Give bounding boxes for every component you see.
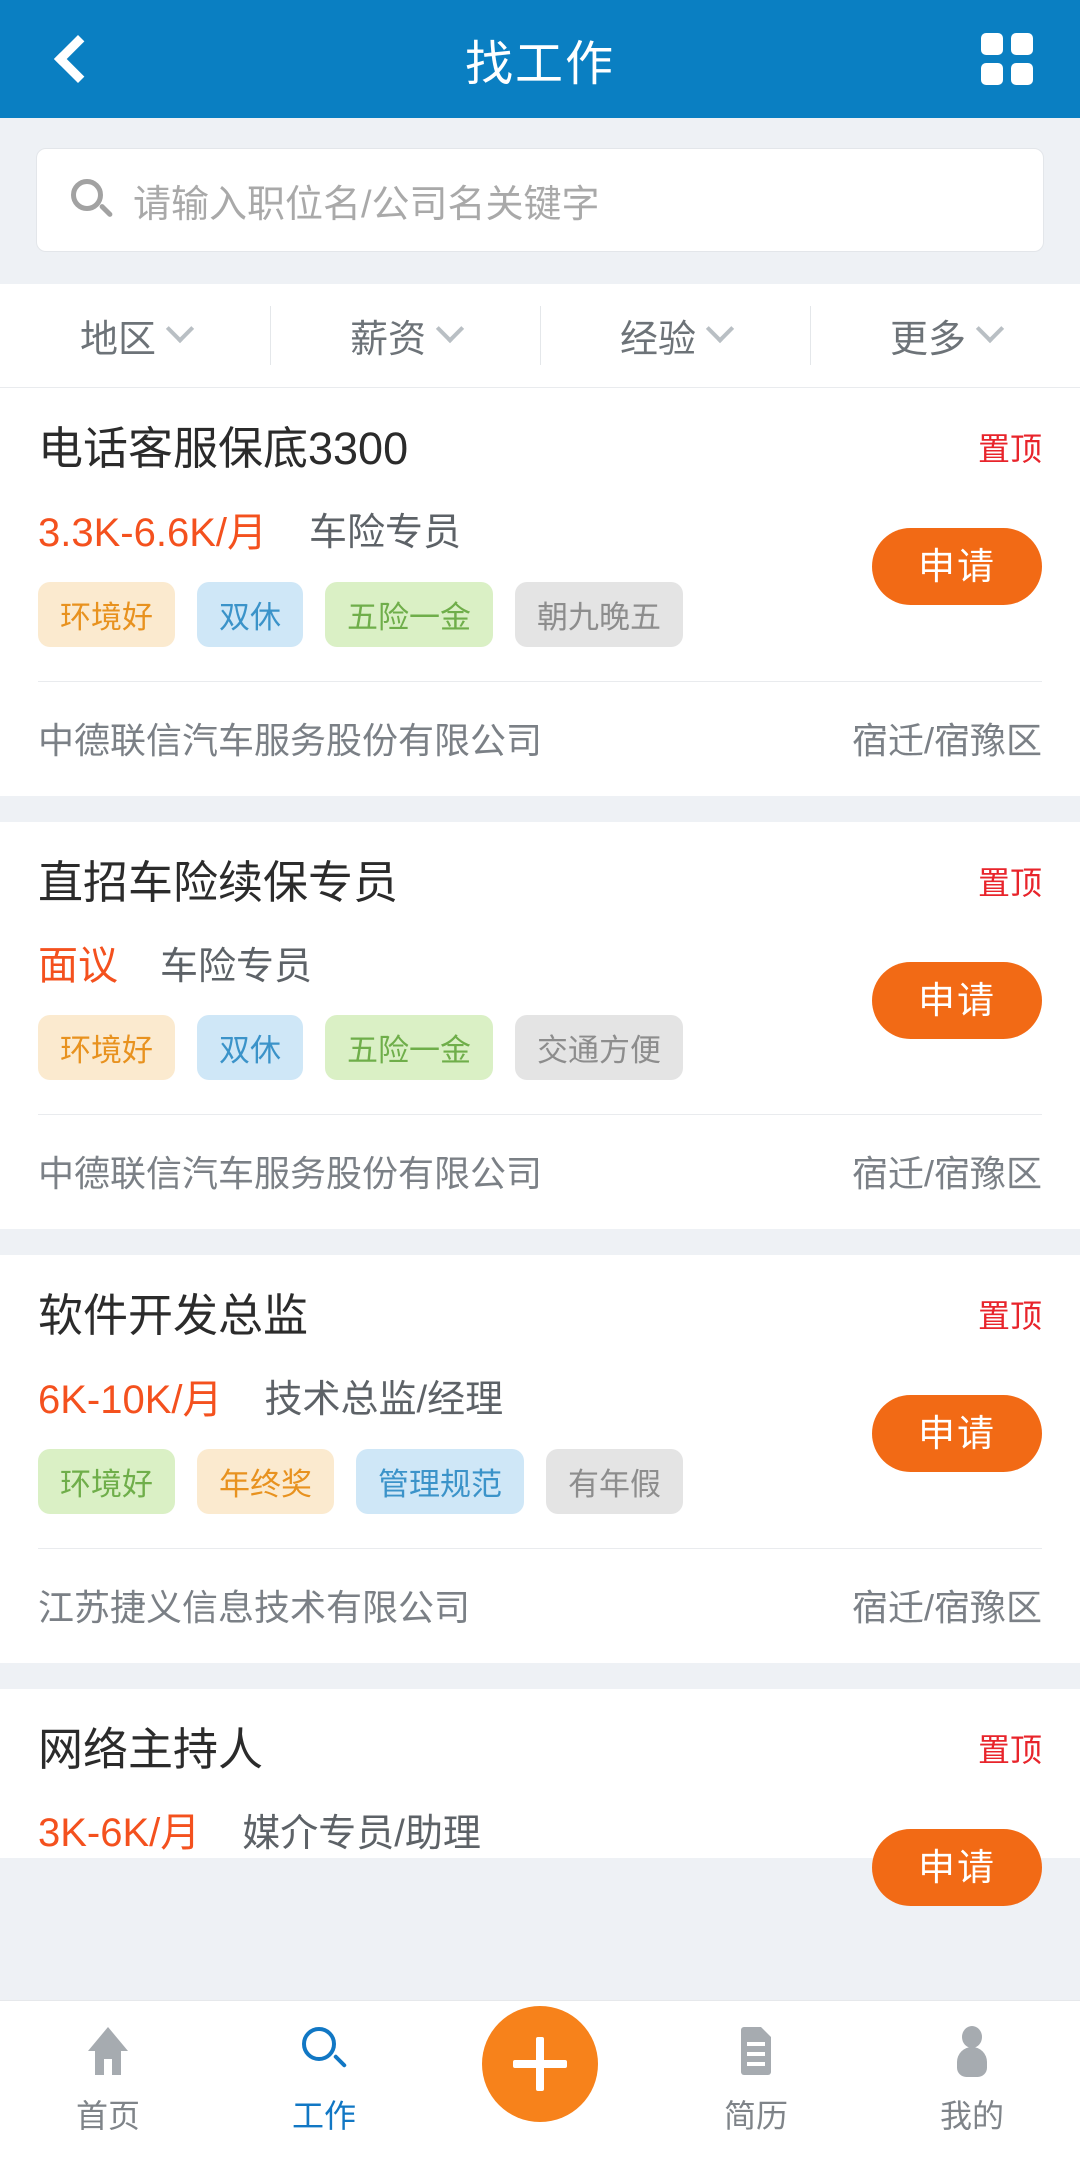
- status-badge: 置顶: [977, 431, 1042, 467]
- list-separator: [0, 1662, 1080, 1689]
- nav-item-jobs[interactable]: 工作: [216, 2025, 432, 2137]
- job-tag: 交通方便: [515, 1015, 683, 1080]
- chevron-down-icon: [705, 314, 735, 343]
- back-button[interactable]: [38, 24, 108, 94]
- filter-more[interactable]: 更多: [810, 284, 1080, 387]
- job-tag: 双休: [197, 581, 303, 647]
- list-separator: [0, 1229, 1080, 1255]
- apply-button[interactable]: 申请: [872, 1395, 1042, 1472]
- filter-salary[interactable]: 薪资: [270, 284, 540, 387]
- job-location: 宿迁/宿豫区: [851, 719, 1042, 761]
- apply-button[interactable]: 申请: [872, 528, 1042, 605]
- job-tag: 朝九晚五: [515, 581, 683, 647]
- job-category: 技术总监/经理: [264, 1379, 504, 1421]
- job-tag: 五险一金: [325, 581, 493, 647]
- job-tag: 双休: [197, 1015, 303, 1080]
- nav-label: 简历: [723, 2097, 788, 2134]
- grid-menu-button[interactable]: [972, 24, 1042, 94]
- filter-label: 薪资: [349, 319, 426, 361]
- job-location: 宿迁/宿豫区: [851, 1586, 1042, 1628]
- filter-region[interactable]: 地区: [0, 284, 270, 387]
- nav-item-home[interactable]: 首页: [0, 2025, 216, 2137]
- job-card[interactable]: 网络主持人 置顶 3K-6K/月 媒介专员/助理 申请: [0, 1688, 1080, 1906]
- person-icon: [945, 2025, 999, 2079]
- status-badge: 置顶: [977, 1731, 1042, 1768]
- job-salary: 面议: [38, 944, 118, 988]
- job-location: 宿迁/宿豫区: [851, 1153, 1042, 1194]
- nav-label: 我的: [939, 2097, 1004, 2134]
- filter-label: 经验: [619, 319, 696, 361]
- job-tag: 管理规范: [356, 1448, 524, 1514]
- page-title: 找工作: [464, 38, 615, 91]
- job-tag: 环境好: [38, 1448, 175, 1514]
- job-header-row: 网络主持人 置顶: [38, 1723, 1042, 1775]
- nav-item-resume[interactable]: 简历: [648, 2025, 864, 2137]
- job-footer-row: 江苏捷义信息技术有限公司 宿迁/宿豫区: [38, 1549, 1042, 1663]
- apply-button[interactable]: 申请: [872, 1828, 1042, 1906]
- job-salary: 3K-6K/月: [38, 1811, 201, 1855]
- job-tag: 五险一金: [325, 1015, 493, 1080]
- status-badge: 置顶: [977, 864, 1042, 901]
- nav-label: 首页: [75, 2097, 140, 2134]
- job-tag: 年终奖: [197, 1448, 334, 1514]
- filter-label: 更多: [889, 319, 966, 361]
- fab-slot: [432, 2005, 648, 2122]
- job-title: 电话客服保底3300: [38, 423, 409, 474]
- job-header-row: 软件开发总监 置顶: [38, 1291, 1042, 1341]
- job-salary: 3.3K-6.6K/月: [38, 510, 268, 555]
- job-title: 网络主持人: [38, 1723, 264, 1775]
- filter-bar: 地区 薪资 经验 更多: [0, 284, 1080, 388]
- company-name: 中德联信汽车服务股份有限公司: [38, 1153, 543, 1194]
- app-header: 找工作: [0, 0, 1080, 118]
- home-icon: [81, 2025, 135, 2079]
- status-badge: 置顶: [977, 1298, 1042, 1334]
- search-icon: [69, 177, 115, 223]
- filter-experience[interactable]: 经验: [540, 284, 810, 387]
- job-title: 直招车险续保专员: [38, 856, 399, 908]
- job-category: 车险专员: [309, 512, 462, 554]
- job-salary: 6K-10K/月: [38, 1377, 223, 1422]
- job-tag: 环境好: [38, 1015, 175, 1080]
- apply-button[interactable]: 申请: [872, 961, 1042, 1039]
- job-tag: 有年假: [546, 1448, 683, 1514]
- job-card[interactable]: 软件开发总监 置顶 6K-10K/月 技术总监/经理 环境好 年终奖 管理规范 …: [0, 1255, 1080, 1663]
- job-list[interactable]: 电话客服保底3300 置顶 3.3K-6.6K/月 车险专员 环境好 双休 五险…: [0, 388, 1080, 2000]
- back-chevron-icon: [53, 34, 103, 84]
- company-name: 江苏捷义信息技术有限公司: [38, 1586, 471, 1628]
- job-title: 软件开发总监: [38, 1290, 309, 1341]
- search-placeholder: 请输入职位名/公司名关键字: [133, 183, 600, 226]
- nav-label: 工作: [291, 2097, 356, 2134]
- job-header-row: 直招车险续保专员 置顶: [38, 856, 1042, 908]
- bottom-navigation: 首页 工作 简历 我的: [0, 2000, 1080, 2160]
- job-card[interactable]: 电话客服保底3300 置顶 3.3K-6.6K/月 车险专员 环境好 双休 五险…: [0, 388, 1080, 796]
- search-icon: [297, 2025, 351, 2079]
- document-icon: [729, 2025, 783, 2079]
- company-name: 中德联信汽车服务股份有限公司: [38, 719, 543, 761]
- job-category: 媒介专员/助理: [242, 1812, 481, 1855]
- chevron-down-icon: [975, 314, 1005, 343]
- nav-item-profile[interactable]: 我的: [864, 2025, 1080, 2137]
- search-input[interactable]: 请输入职位名/公司名关键字: [36, 148, 1044, 252]
- job-category: 车险专员: [160, 945, 313, 988]
- grid-menu-icon: [981, 33, 1033, 85]
- filter-label: 地区: [79, 319, 156, 361]
- job-tag: 环境好: [38, 581, 175, 647]
- chevron-down-icon: [435, 314, 465, 343]
- job-search-screen: 找工作 请输入职位名/公司名关键字 地区 薪资 经验 更多 电话客服保底3300…: [0, 0, 1080, 2160]
- job-footer-row: 中德联信汽车服务股份有限公司 宿迁/宿豫区: [38, 1115, 1042, 1229]
- job-header-row: 电话客服保底3300 置顶: [38, 424, 1042, 474]
- chevron-down-icon: [165, 314, 195, 343]
- job-footer-row: 中德联信汽车服务股份有限公司 宿迁/宿豫区: [38, 682, 1042, 796]
- add-button[interactable]: [482, 2005, 598, 2122]
- job-card[interactable]: 直招车险续保专员 置顶 面议 车险专员 环境好 双休 五险一金 交通方便 申请 …: [0, 821, 1080, 1229]
- search-section: 请输入职位名/公司名关键字: [0, 118, 1080, 284]
- list-separator: [0, 795, 1080, 822]
